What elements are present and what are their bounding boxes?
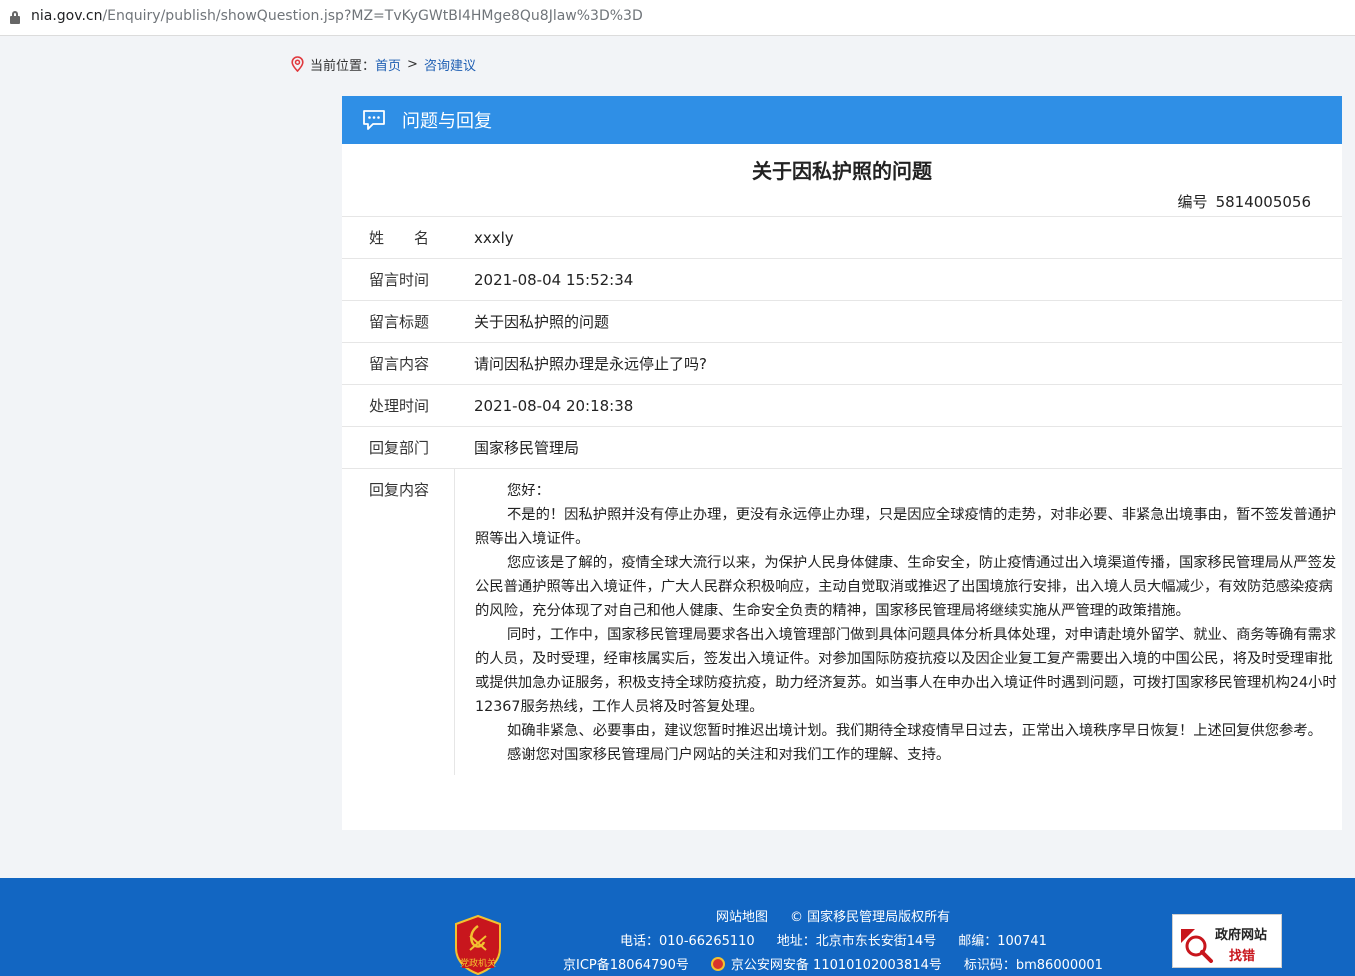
name-value: xxxly (474, 228, 514, 247)
question-number-value: 5814005056 (1215, 193, 1311, 211)
breadcrumb-current-link[interactable]: 咨询建议 (424, 55, 476, 74)
police-record-text: 京公安网安备 11010102003814号 (730, 958, 942, 973)
table-row: 回复内容 您好： 不是的！因私护照并没有停止办理，更没有永远停止办理，只是因应全… (342, 468, 1342, 775)
find-error-subtitle: 找错 (1229, 949, 1256, 964)
url-host: nia.gov.cn (31, 8, 103, 24)
breadcrumb-separator: > (407, 56, 418, 72)
breadcrumb: 当前位置： 首页 > 咨询建议 (291, 54, 476, 74)
table-row: 留言时间 2021-08-04 15:52:34 (342, 258, 1342, 300)
panel-header: 问题与回复 (342, 96, 1342, 144)
handle-time-label: 处理时间 (369, 397, 430, 415)
question-number-label: 编号 (1177, 193, 1208, 211)
table-row: 回复部门 国家移民管理局 (342, 426, 1342, 468)
name-label: 姓 名 (369, 229, 430, 247)
footer-postcode: 邮编：100741 (958, 934, 1047, 949)
table-row: 留言标题 关于因私护照的问题 (342, 300, 1342, 342)
site-footer: 党政机关 网站地图 © 国家移民管理局版权所有 电话：010-66265110 地址… (0, 878, 1355, 976)
reply-department-value: 国家移民管理局 (474, 439, 580, 457)
reply-content-label: 回复内容 (369, 481, 430, 499)
question-panel: 问题与回复 关于因私护照的问题 编号 5814005056 姓 名 xxxly 留… (342, 96, 1342, 830)
question-title: 关于因私护照的问题 (752, 159, 932, 183)
message-time-value: 2021-08-04 15:52:34 (474, 270, 634, 289)
reply-department-label: 回复部门 (369, 439, 430, 457)
reply-paragraph: 您应该是了解的，疫情全球大流行以来，为保护人民身体健康、生命安全，防止疫情通过出… (475, 555, 1337, 619)
footer-line-1: 网站地图 © 国家移民管理局版权所有 (716, 906, 950, 925)
table-row: 处理时间 2021-08-04 20:18:38 (342, 384, 1342, 426)
reply-content-body: 您好： 不是的！因私护照并没有停止办理，更没有永远停止办理，只是因应全球疫情的走… (454, 469, 1342, 775)
sitemap-link[interactable]: 网站地图 (716, 910, 768, 925)
question-number: 编号 5814005056 (342, 188, 1342, 216)
footer-phone: 电话：010-66265110 (620, 934, 755, 949)
icp-record-link[interactable]: 京ICP备18064790号 (563, 958, 689, 973)
find-error-title: 政府网站 (1215, 928, 1268, 943)
reply-paragraph: 不是的！因私护照并没有停止办理，更没有永远停止办理，只是因应全球疫情的走势，对非… (475, 507, 1337, 547)
table-row: 留言内容 请问因私护照办理是永远停止了吗? (342, 342, 1342, 384)
location-pin-icon (291, 56, 304, 72)
message-content-label: 留言内容 (369, 355, 430, 373)
reply-paragraph: 感谢您对国家移民管理局门户网站的关注和对我们工作的理解、支持。 (507, 747, 951, 763)
reply-paragraph: 您好： (507, 483, 550, 499)
message-title-value: 关于因私护照的问题 (474, 313, 610, 331)
message-content-value: 请问因私护照办理是永远停止了吗? (474, 355, 707, 373)
reply-paragraph: 如确非紧急、必要事由，建议您暂时推迟出境计划。我们期待全球疫情早日过去，正常出入… (507, 723, 1322, 739)
footer-line-3: 京ICP备18064790号 京公安网安备 11010102003814号 标识码：… (563, 954, 1103, 973)
emblem-label: 党政机关 (459, 959, 496, 969)
police-record-link[interactable]: 京公安网安备 11010102003814号 (710, 957, 942, 973)
panel-header-title: 问题与回复 (402, 111, 492, 132)
find-error-button[interactable]: 政府网站 找错 (1172, 914, 1282, 968)
breadcrumb-home-link[interactable]: 首页 (375, 55, 401, 74)
site-id-text: 标识码：bm86000001 (963, 958, 1103, 973)
footer-address: 地址：北京市东长安街14号 (776, 934, 937, 949)
table-row: 姓 名 xxxly (342, 216, 1342, 258)
lock-icon[interactable] (10, 11, 20, 24)
message-title-label: 留言标题 (369, 313, 430, 331)
message-time-label: 留言时间 (369, 271, 430, 289)
url-path: /Enquiry/publish/showQuestion.jsp?MZ=TvK… (102, 8, 643, 24)
breadcrumb-label: 当前位置： (310, 58, 376, 74)
chat-bubble-icon (363, 110, 385, 130)
footer-line-2: 电话：010-66265110 地址：北京市东长安街14号 邮编：100741 (620, 930, 1047, 949)
url-text[interactable]: nia.gov.cn/Enquiry/publish/showQuestion.… (31, 8, 643, 24)
detail-table: 姓 名 xxxly 留言时间 2021-08-04 15:52:34 留言标题 … (342, 216, 1342, 775)
address-bar[interactable]: nia.gov.cn/Enquiry/publish/showQuestion.… (0, 0, 1355, 36)
copyright-text: © 国家移民管理局版权所有 (790, 910, 951, 925)
police-badge-icon (710, 957, 725, 971)
reply-paragraph: 同时，工作中，国家移民管理局要求各出入境管理部门做到具体问题具体分析具体处理，对… (475, 627, 1337, 715)
handle-time-value: 2021-08-04 20:18:38 (474, 396, 634, 415)
magnifier-icon (1181, 929, 1213, 963)
